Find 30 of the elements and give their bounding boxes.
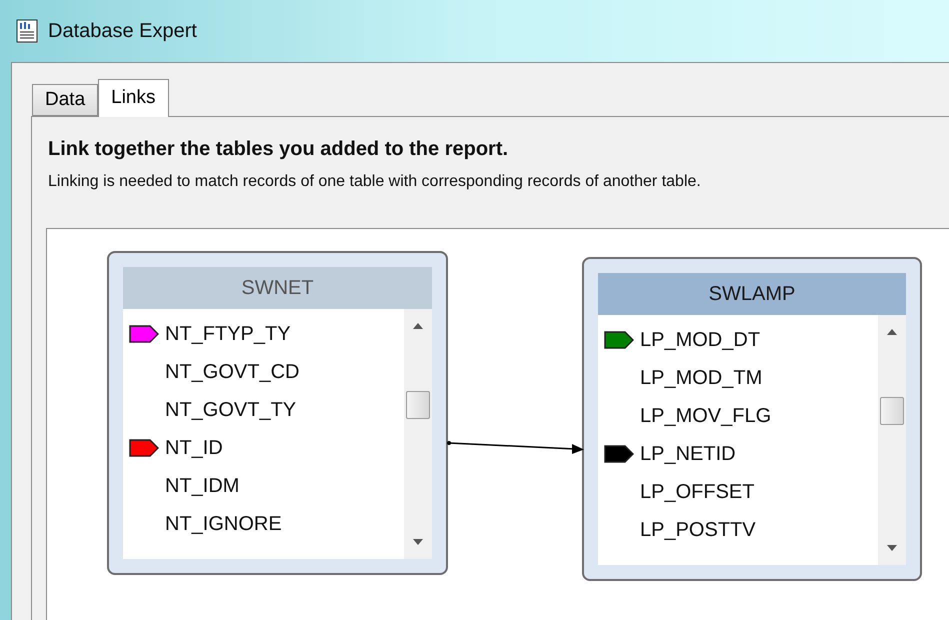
field-name[interactable]: NT_GOVT_TY [165, 395, 296, 425]
description: Linking is needed to match records of one table with corresponding records of another table. [47, 172, 702, 192]
field-name[interactable]: LP_OFFSET [640, 477, 754, 507]
field-name[interactable]: NT_ID [165, 433, 223, 463]
field-name[interactable]: LP_MOD_TM [640, 363, 762, 393]
scrollbar[interactable] [404, 309, 432, 559]
tab[interactable]: Data [32, 84, 98, 116]
heading: Link together the tables you added to the report. [47, 137, 510, 162]
field-name[interactable]: LP_MOV_FLG [640, 401, 772, 431]
tab[interactable]: Links [98, 79, 168, 117]
window-title: Database Expert [48, 19, 197, 44]
field-name[interactable]: NT_GOVT_CD [165, 357, 300, 387]
scroll-down-icon[interactable] [413, 539, 423, 545]
scroll-down-icon[interactable] [887, 545, 897, 551]
scrollbar[interactable] [878, 315, 906, 565]
field-name[interactable]: LP_NETID [640, 439, 736, 469]
table-node[interactable]: SWLAMP LP_MOD_DT LP_MOD_TM LP_MOV_FLG LP_NETID LP_OFFSET LP_POSTTV [582, 257, 922, 581]
field-name[interactable]: LP_POSTTV [640, 515, 756, 545]
table-title: SWLAMP [598, 273, 906, 315]
report-icon [16, 19, 38, 43]
field-name[interactable]: NT_FTYP_TY [165, 319, 291, 349]
table-title: SWNET [123, 267, 432, 309]
field-name[interactable]: LP_MOD_DT [640, 325, 760, 355]
field-name[interactable]: NT_IGNORE [165, 509, 282, 539]
scroll-thumb[interactable] [880, 397, 904, 425]
table-node[interactable]: SWNET NT_FTYP_TY NT_GOVT_CD NT_GOVT_TY NT_ID NT_IDM NT_IGNORE [107, 251, 448, 575]
field-name[interactable]: NT_IDM [165, 471, 240, 501]
scroll-up-icon[interactable] [413, 323, 423, 329]
scroll-up-icon[interactable] [887, 329, 897, 335]
scroll-thumb[interactable] [406, 391, 430, 419]
